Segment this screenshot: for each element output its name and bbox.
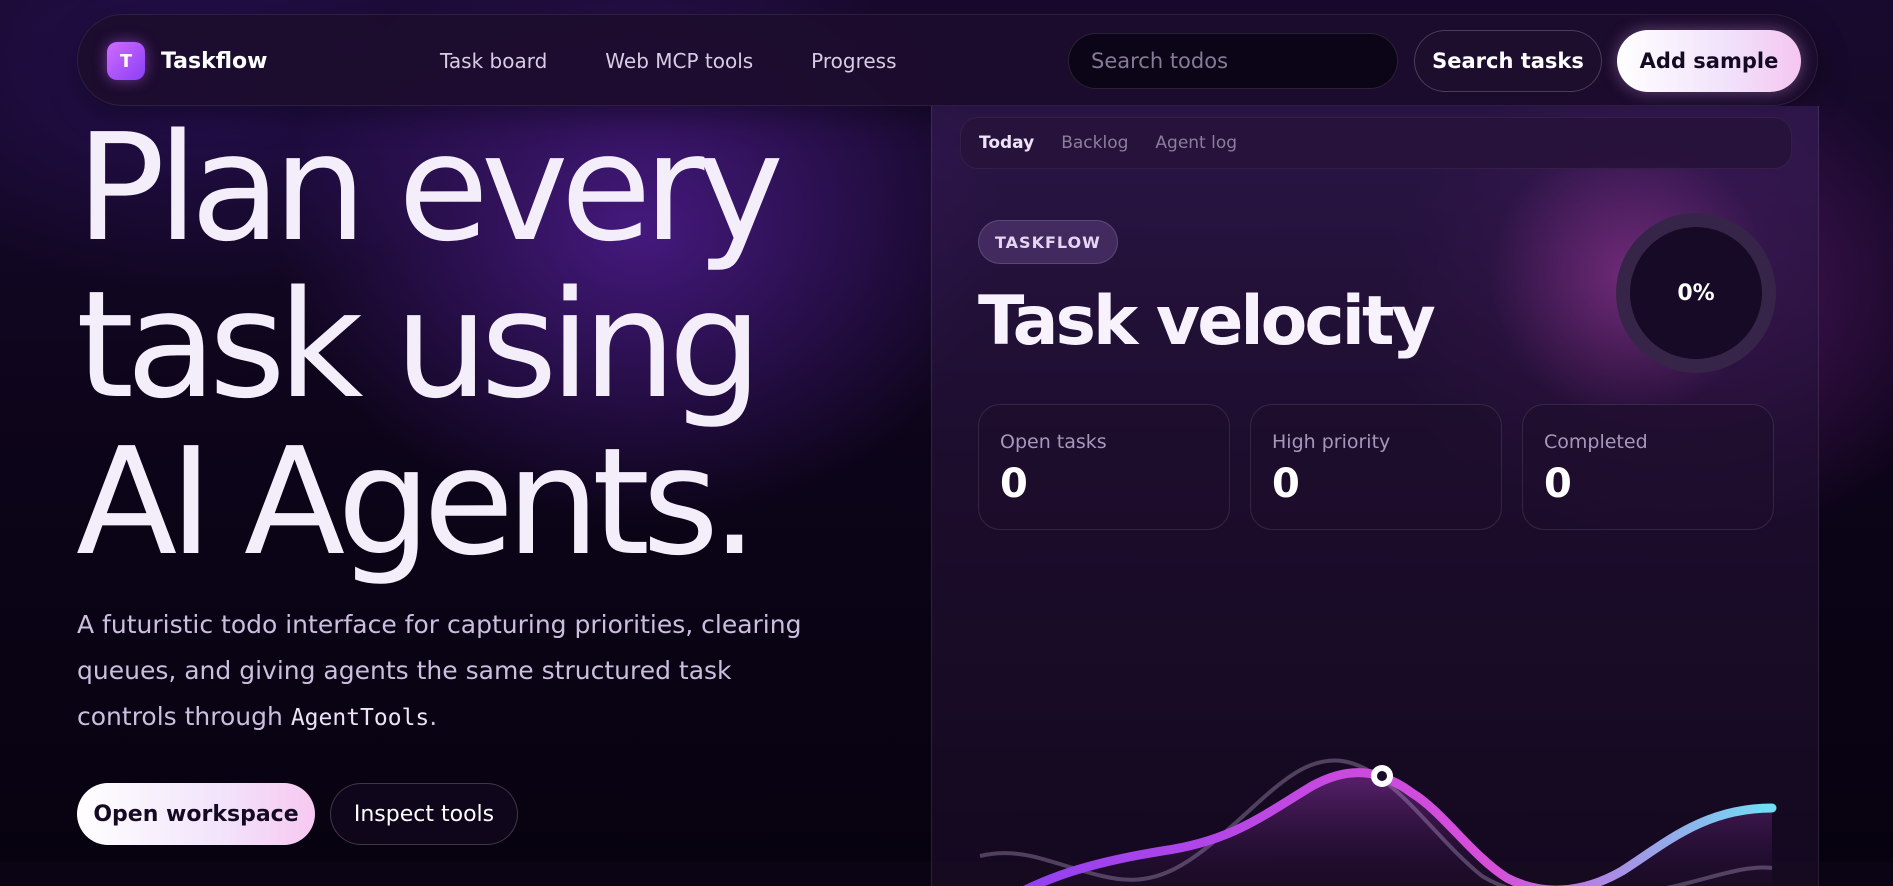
brand-name: Taskflow <box>161 48 268 74</box>
stat-value: 0 <box>1272 461 1300 507</box>
search-tasks-button[interactable]: Search tasks <box>1414 30 1602 92</box>
panel-tabs: Today Backlog Agent log <box>960 117 1792 169</box>
add-sample-button[interactable]: Add sample <box>1617 30 1801 92</box>
nav-link-progress[interactable]: Progress <box>811 49 896 73</box>
velocity-chart <box>979 758 1777 886</box>
nav-links: Task board Web MCP tools Progress <box>440 49 897 73</box>
hero-title-line: Plan every <box>76 102 784 274</box>
stat-value: 0 <box>1000 461 1028 507</box>
stat-value: 0 <box>1544 461 1572 507</box>
velocity-point-marker-core <box>1377 771 1387 781</box>
hero-title: Plan every task using AI Agents. <box>76 110 796 581</box>
stat-card-open-tasks: Open tasks 0 <box>978 404 1230 530</box>
stat-label: High priority <box>1272 431 1391 453</box>
completion-ring: 0% <box>1616 213 1776 373</box>
stat-label: Open tasks <box>1000 431 1107 453</box>
inspect-tools-button[interactable]: Inspect tools <box>330 783 518 845</box>
brand[interactable]: T Taskflow <box>107 42 268 80</box>
hero-title-line: AI Agents. <box>76 415 758 588</box>
completion-percent: 0% <box>1677 280 1715 306</box>
stat-card-completed: Completed 0 <box>1522 404 1774 530</box>
task-velocity-panel: Today Backlog Agent log TASKFLOW Task ve… <box>931 106 1819 886</box>
hero-description-end: . <box>429 702 438 731</box>
stat-card-high-priority: High priority 0 <box>1250 404 1502 530</box>
top-navbar: T Taskflow Task board Web MCP tools Prog… <box>77 14 1818 106</box>
brand-logo-icon: T <box>107 42 145 80</box>
nav-link-web-mcp-tools[interactable]: Web MCP tools <box>605 49 753 73</box>
tab-backlog[interactable]: Backlog <box>1061 133 1128 153</box>
stat-label: Completed <box>1544 431 1648 453</box>
taskflow-chip: TASKFLOW <box>978 220 1118 264</box>
panel-title: Task velocity <box>978 282 1436 361</box>
hero-description: A futuristic todo interface for capturin… <box>77 602 837 741</box>
velocity-area <box>980 769 1772 886</box>
hero-title-line: task using <box>76 258 762 431</box>
open-workspace-button[interactable]: Open workspace <box>77 783 315 845</box>
search-input[interactable] <box>1068 33 1398 89</box>
nav-link-task-board[interactable]: Task board <box>440 49 547 73</box>
tab-agent-log[interactable]: Agent log <box>1155 133 1237 153</box>
agenttools-code: AgentTools <box>290 705 430 731</box>
hero-description-text: A futuristic todo interface for capturin… <box>77 610 802 731</box>
tab-today[interactable]: Today <box>979 133 1034 153</box>
